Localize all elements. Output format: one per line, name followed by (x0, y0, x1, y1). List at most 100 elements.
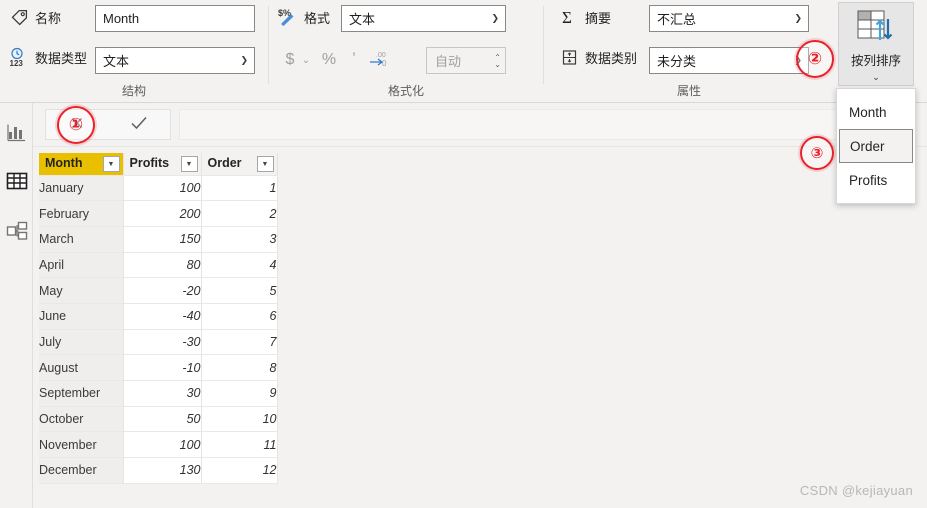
field-datatype-label: 数据类型 (35, 50, 88, 66)
summarize-select[interactable]: 不汇总 ❯ (649, 5, 809, 32)
column-header-profits[interactable]: Profits ▼ (123, 153, 202, 176)
cell-order: 10 (201, 406, 278, 433)
decimal-places-button[interactable]: .00 0 (367, 45, 393, 71)
sort-by-column-button[interactable]: 按列排序 ⌄ (838, 2, 914, 86)
stepper-down-icon[interactable]: ⌄ (494, 60, 501, 68)
menu-item-order[interactable]: Order (839, 129, 913, 163)
field-summarize-row: Σ 摘要 (558, 6, 611, 28)
datatype-select[interactable]: 文本 ❯ (95, 47, 255, 74)
percent-format-button[interactable]: % (319, 47, 339, 73)
menu-item-label: Profits (849, 172, 888, 188)
table-row[interactable]: November 100 11 (39, 431, 278, 459)
cell-month: August (39, 354, 124, 381)
relationships-icon (6, 221, 28, 244)
column-header-label: Order (207, 156, 242, 170)
field-format-row: $% 格式 (277, 6, 330, 28)
step-1-marker: ① (57, 106, 95, 144)
filter-caret-icon: ▼ (261, 160, 269, 168)
stepper-arrows[interactable]: ⌃ ⌄ (494, 53, 501, 68)
column-filter-month-button[interactable]: ▼ (102, 156, 120, 172)
formula-input[interactable] (179, 109, 915, 140)
column-filter-profits-button[interactable]: ▼ (180, 156, 198, 172)
menu-item-profits[interactable]: Profits (839, 163, 913, 197)
data-grid: Month ▼ Profits ▼ Order ▼ January 100 1 … (39, 153, 278, 484)
table-row[interactable]: December 130 12 (39, 457, 278, 484)
watermark: CSDN @kejiayuan (799, 483, 913, 498)
chevron-down-icon[interactable]: ⌄ (872, 72, 880, 83)
cell-profits: 150 (123, 226, 202, 253)
cell-profits: 100 (123, 431, 202, 459)
step-3-marker: ③ (800, 136, 834, 170)
sort-by-column-icon (856, 9, 896, 46)
cell-profits: 130 (123, 457, 202, 484)
table-body: January 100 1 February 200 2 March 150 3… (39, 175, 278, 484)
step-2-label: ② (807, 49, 823, 68)
currency-percent-icon: $% (277, 6, 299, 28)
chevron-down-icon: ❯ (240, 55, 248, 65)
filter-caret-icon: ▼ (107, 160, 115, 168)
cell-month: November (39, 431, 124, 459)
column-header-order[interactable]: Order ▼ (201, 153, 278, 176)
column-header-month[interactable]: Month ▼ (39, 153, 124, 176)
cell-order: 9 (201, 380, 278, 407)
power-bi-data-view: 名称 Month 123 数据类型 文本 ❯ 结构 $% 格式 文本 ❯ $ ⌄… (0, 0, 927, 508)
filter-caret-icon: ▼ (185, 160, 193, 168)
cell-month: June (39, 303, 124, 330)
thousands-separator-button[interactable]: ʼ (345, 47, 363, 73)
data-category-select[interactable]: 未分类 ❯ (649, 47, 809, 74)
table-row[interactable]: September 30 9 (39, 380, 278, 407)
format-select[interactable]: 文本 ❯ (341, 5, 506, 32)
tag-icon (8, 6, 30, 28)
formula-bar (33, 103, 927, 147)
cell-order: 12 (201, 457, 278, 484)
chevron-down-icon: ❯ (491, 13, 499, 23)
group-label-formatting: 格式化 (387, 84, 424, 98)
decimal-places-value: 自动 (435, 54, 462, 69)
cell-month: April (39, 252, 124, 279)
sigma-icon: Σ (558, 6, 580, 28)
column-filter-order-button[interactable]: ▼ (256, 156, 274, 172)
table-row[interactable]: July -30 7 (39, 329, 278, 356)
group-label-properties: 属性 (676, 84, 701, 98)
table-row[interactable]: August -10 8 (39, 354, 278, 381)
step-1-label: ① (68, 115, 84, 134)
cell-profits: 80 (123, 252, 202, 279)
currency-format-button[interactable]: $ (281, 47, 299, 73)
field-name-row: 名称 (8, 6, 61, 28)
column-header-label: Month (45, 156, 83, 170)
cell-month: July (39, 329, 124, 356)
table-row[interactable]: June -40 6 (39, 303, 278, 330)
summarize-value: 不汇总 (657, 12, 697, 27)
table-row[interactable]: February 200 2 (39, 200, 278, 227)
ribbon-column-tools: 名称 Month 123 数据类型 文本 ❯ 结构 $% 格式 文本 ❯ $ ⌄… (0, 0, 927, 103)
sort-by-column-label: 按列排序 (850, 54, 901, 68)
table-row[interactable]: April 80 4 (39, 252, 278, 279)
sidebar-item-model-view[interactable] (0, 209, 33, 255)
table-row[interactable]: January 100 1 (39, 175, 278, 202)
table-row[interactable]: May -20 5 (39, 277, 278, 304)
cell-profits: 100 (123, 175, 202, 202)
sidebar-item-data-view[interactable] (0, 159, 33, 205)
formula-accept-button[interactable] (108, 110, 170, 139)
table-row[interactable]: March 150 3 (39, 226, 278, 253)
table-row[interactable]: October 50 10 (39, 406, 278, 433)
cell-order: 1 (201, 175, 278, 202)
table-header-row: Month ▼ Profits ▼ Order ▼ (39, 153, 278, 176)
table-icon (6, 171, 28, 194)
step-2-marker: ② (796, 40, 834, 78)
comma-icon: ʼ (352, 51, 356, 68)
decimal-places-stepper[interactable]: 自动 ⌃ ⌄ (426, 47, 506, 74)
column-header-label: Profits (129, 156, 170, 170)
currency-dropdown-button[interactable]: ⌄ (299, 47, 313, 73)
sidebar-item-report-view[interactable] (0, 111, 33, 157)
data-category-icon (558, 46, 580, 68)
column-name-value: Month (103, 11, 140, 26)
cell-order: 7 (201, 329, 278, 356)
column-name-input[interactable]: Month (95, 5, 255, 32)
datatype-123-icon: 123 (8, 46, 30, 68)
menu-item-label: Month (849, 104, 887, 120)
field-category-row: 数据类别 (558, 46, 637, 68)
cell-order: 2 (201, 200, 278, 227)
menu-item-month[interactable]: Month (839, 95, 913, 129)
svg-text:123: 123 (10, 59, 24, 67)
